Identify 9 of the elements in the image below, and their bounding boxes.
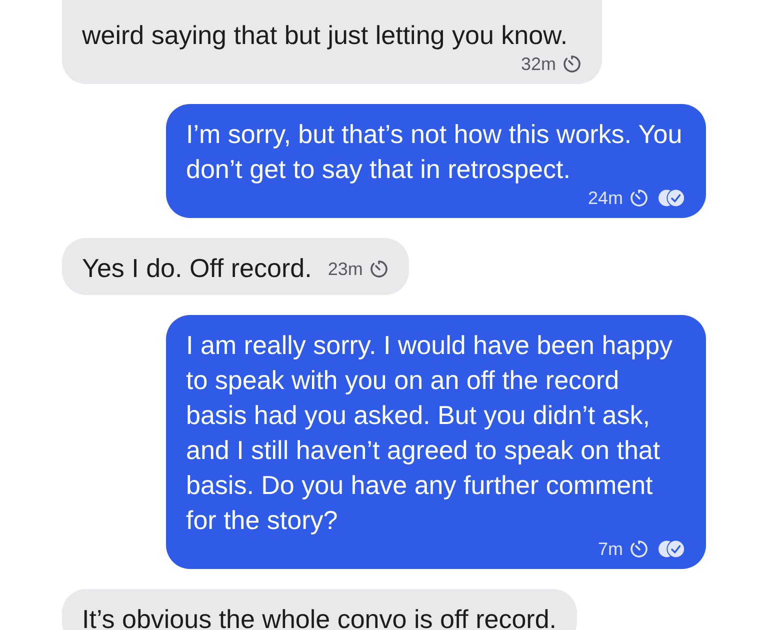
message-text: Yes I do. Off record.	[82, 252, 312, 285]
message-time: 7m	[598, 538, 623, 560]
message-time: 24m	[588, 187, 623, 209]
message-time: 32m	[520, 53, 556, 75]
message-text: I’m sorry, but that’s not how this works. You don’t get to say that in retrospect.	[186, 118, 684, 186]
message-text: weird saying that but just letting you know.	[82, 19, 568, 52]
message-time: 23m	[328, 258, 363, 280]
message-text: I am really sorry. I would have been happy to speak with you on an off the record basis had you asked. But you didn’t ask, and I still haven’t agreed to speak on that basis. Do you have any further comment for the story?	[186, 329, 674, 537]
message-text: It’s obvious the whole convo is off record.	[82, 603, 557, 630]
